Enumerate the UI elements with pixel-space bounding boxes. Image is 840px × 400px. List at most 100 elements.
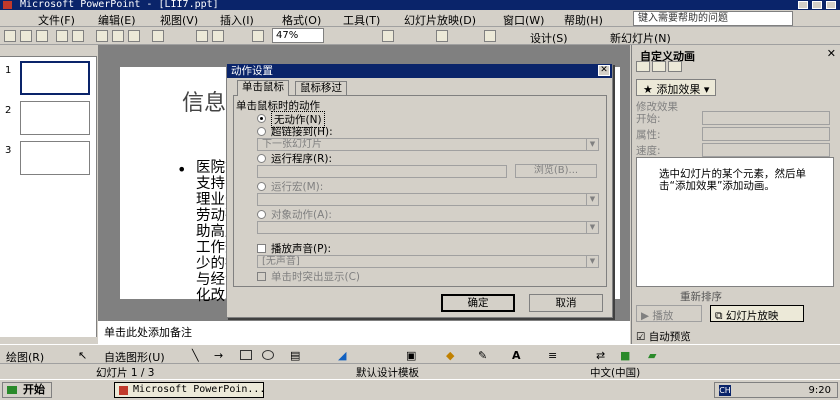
play-sound-checkbox[interactable] [257,244,266,253]
radio-hyperlink[interactable] [257,127,266,136]
hyperlink-label[interactable]: 超链接到(H): [271,124,333,139]
animation-list[interactable]: 选中幻灯片的某个元素，然后单击“添加效果”添加动画。 [636,157,834,287]
chart-icon[interactable] [196,30,208,42]
radio-run-macro[interactable] [257,182,266,191]
speed-select[interactable] [702,143,830,157]
add-effect-button[interactable]: ★ 添加效果 ▾ [636,79,717,96]
help-icon[interactable] [382,30,394,42]
close-window-button[interactable] [826,1,836,9]
arrow-style-icon[interactable]: ⇄ [596,349,605,362]
program-path-input[interactable] [257,165,507,178]
forward-icon[interactable] [652,61,666,72]
speed-label: 速度: [636,145,661,157]
zoom-select[interactable]: 47% [272,28,324,43]
cursor-icon[interactable]: ↖ [78,349,87,362]
play-sound-label[interactable]: 播放声音(P): [271,241,331,256]
tab-mouse-over[interactable]: 鼠标移过 [295,81,347,95]
radio-no-action[interactable] [257,114,266,123]
slide-thumbnail-1[interactable] [20,61,90,95]
notes-pane[interactable]: 单击此处添加备注 [98,320,630,344]
copy-icon[interactable] [112,30,124,42]
rectangle-icon[interactable] [240,350,252,360]
start-label: 开始: [636,113,661,125]
play-button[interactable]: ▶ 播放 [636,305,702,322]
property-select[interactable] [702,127,830,141]
outline-tabs[interactable] [0,45,97,57]
powerpoint-app-icon [3,1,12,9]
tab-mouse-click[interactable]: 单击鼠标 [237,80,289,96]
font-color-icon[interactable] [484,30,496,42]
slideshow-button[interactable]: ⧉ 幻灯片放映 [710,305,804,322]
slide-title[interactable]: 信息 [182,85,226,117]
cancel-button[interactable]: 取消 [529,294,603,312]
taskpane-nav [636,61,726,74]
minimize-button[interactable] [798,1,808,9]
object-action-label: 对象动作(A): [271,209,332,221]
menu-edit[interactable]: 编辑(E) [98,12,136,28]
dialog-close-icon[interactable]: ✕ [598,65,610,76]
autoshapes-menu[interactable]: 自选图形(U) [104,349,165,365]
line-style-icon[interactable]: ≡ [548,349,557,362]
menu-view[interactable]: 视图(V) [160,12,198,28]
maximize-button[interactable] [812,1,822,9]
hyperlink-select[interactable]: 下一张幻灯片 ▼ [257,138,599,151]
menu-tools[interactable]: 工具(T) [343,12,380,28]
fill-color-icon[interactable]: ◆ [446,349,454,362]
grid-icon[interactable] [252,30,264,42]
home-icon[interactable] [668,61,682,72]
run-program-label[interactable]: 运行程序(R): [271,151,332,166]
bullets-icon[interactable] [436,30,448,42]
radio-object-action[interactable] [257,210,266,219]
draw-menu[interactable]: 绘图(R) [6,349,44,365]
start-button[interactable]: 开始 [2,382,52,398]
picture-icon[interactable]: ▣ [406,349,416,362]
windows-taskbar: 开始 Microsoft PowerPoin... CH 9:20 [0,379,840,400]
drawing-toolbar: 绘图(R) ↖ 自选图形(U) ╲ → ▤ ◢ ▣ ◆ ✎ A ≡ ⇄ ■ ▰ [0,344,840,364]
cut-icon[interactable] [96,30,108,42]
table-icon[interactable] [212,30,224,42]
help-search-input[interactable]: 键入需要帮助的问题 [633,11,793,26]
oval-icon[interactable] [262,350,274,360]
chevron-down-icon: ▼ [586,256,598,267]
new-slide-button[interactable]: 新幻灯片(N) [610,30,671,46]
shadow-icon[interactable]: ■ [620,349,630,362]
open-icon[interactable] [20,30,32,42]
ime-indicator[interactable]: CH [719,385,731,396]
line-icon[interactable]: ╲ [192,349,199,362]
sound-select[interactable]: [无声音] ▼ [257,255,599,268]
menu-insert[interactable]: 插入(I) [220,12,254,28]
menu-slideshow[interactable]: 幻灯片放映(D) [404,12,476,28]
paste-icon[interactable] [128,30,140,42]
font-color-icon[interactable]: A [512,349,521,362]
menu-help[interactable]: 帮助(H) [564,12,603,28]
textbox-icon[interactable]: ▤ [290,349,300,362]
ok-button[interactable]: 确定 [441,294,515,312]
menu-window[interactable]: 窗口(W) [503,12,544,28]
status-slide: 幻灯片 1 / 3 [96,367,155,379]
new-icon[interactable] [4,30,16,42]
menu-format[interactable]: 格式(O) [282,12,321,28]
reorder-button[interactable]: 重新排序 [680,289,722,304]
start-select[interactable] [702,111,830,125]
slide-thumbnail-3[interactable] [20,141,90,175]
auto-preview-checkbox[interactable]: ☑ 自动预览 [636,329,691,344]
run-macro-label: 运行宏(M): [271,181,324,193]
print-icon[interactable] [56,30,68,42]
browse-button[interactable]: 浏览(B)... [515,164,597,178]
radio-run-program[interactable] [257,154,266,163]
back-icon[interactable] [636,61,650,72]
wordart-icon[interactable]: ◢ [338,349,346,362]
design-button[interactable]: 设计(S) [530,30,568,46]
custom-animation-pane: 自定义动画 ✕ ★ 添加效果 ▾ 修改效果 开始: 属性: 速度: 选中幻灯片的… [631,45,840,344]
undo-icon[interactable] [152,30,164,42]
slide-thumbnail-2[interactable] [20,101,90,135]
preview-icon[interactable] [72,30,84,42]
3d-icon[interactable]: ▰ [648,349,656,362]
slide-bullet: • [177,160,187,179]
taskpane-close-icon[interactable]: ✕ [827,47,836,60]
taskbar-powerpoint-button[interactable]: Microsoft PowerPoin... [114,382,264,398]
menu-file[interactable]: 文件(F) [38,12,75,28]
arrow-icon[interactable]: → [214,349,223,362]
save-icon[interactable] [36,30,48,42]
line-color-icon[interactable]: ✎ [478,349,487,362]
